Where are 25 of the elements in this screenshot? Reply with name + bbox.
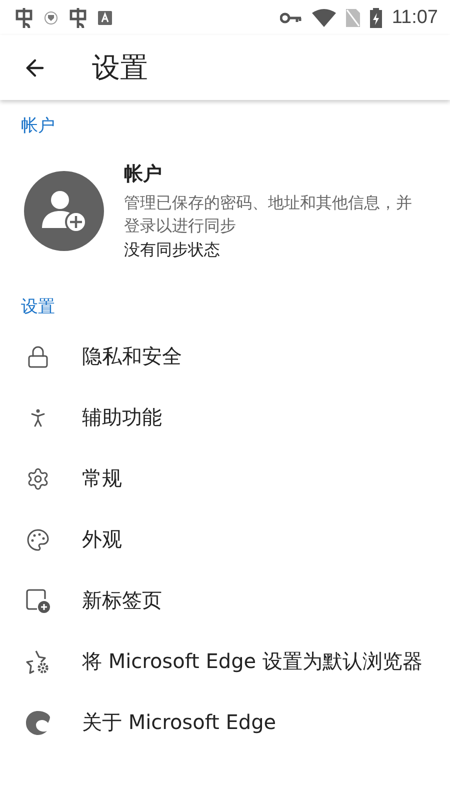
edge-logo-icon <box>25 710 51 736</box>
app-icon <box>98 10 112 24</box>
settings-item[interactable]: 辅助功能 <box>82 404 162 432</box>
settings-item[interactable]: 新标签页 <box>82 587 162 614</box>
account-description: 管理已保存的密码、地址和其他信息，并登录以进行同步 <box>124 192 413 238</box>
page-title: 设置 <box>92 50 148 86</box>
wifi-icon <box>312 8 336 26</box>
no-sim-icon <box>346 8 360 26</box>
account-title[interactable]: 帐户 <box>124 161 426 187</box>
section-header: 设置 <box>21 296 55 318</box>
settings-item[interactable]: 外观 <box>82 526 122 554</box>
key-icon <box>280 12 302 24</box>
section-header: 帐户 <box>21 114 55 136</box>
settings-item[interactable]: 常规 <box>82 465 122 492</box>
new-tab-icon <box>25 588 51 614</box>
palette-icon <box>26 528 50 552</box>
shield-icon <box>44 10 58 24</box>
battery-charging-icon <box>370 8 382 28</box>
settings-item[interactable]: 将 Microsoft Edge 设置为默认浏览器 <box>82 648 422 676</box>
settings-item[interactable]: 关于 Microsoft Edge <box>82 709 276 736</box>
sync-status: 没有同步状态 <box>124 240 221 262</box>
lock-icon <box>26 344 50 369</box>
settings-item[interactable]: 隐私和安全 <box>82 343 182 370</box>
settings-icon <box>26 466 50 491</box>
status-time: 11:07 <box>392 6 438 28</box>
